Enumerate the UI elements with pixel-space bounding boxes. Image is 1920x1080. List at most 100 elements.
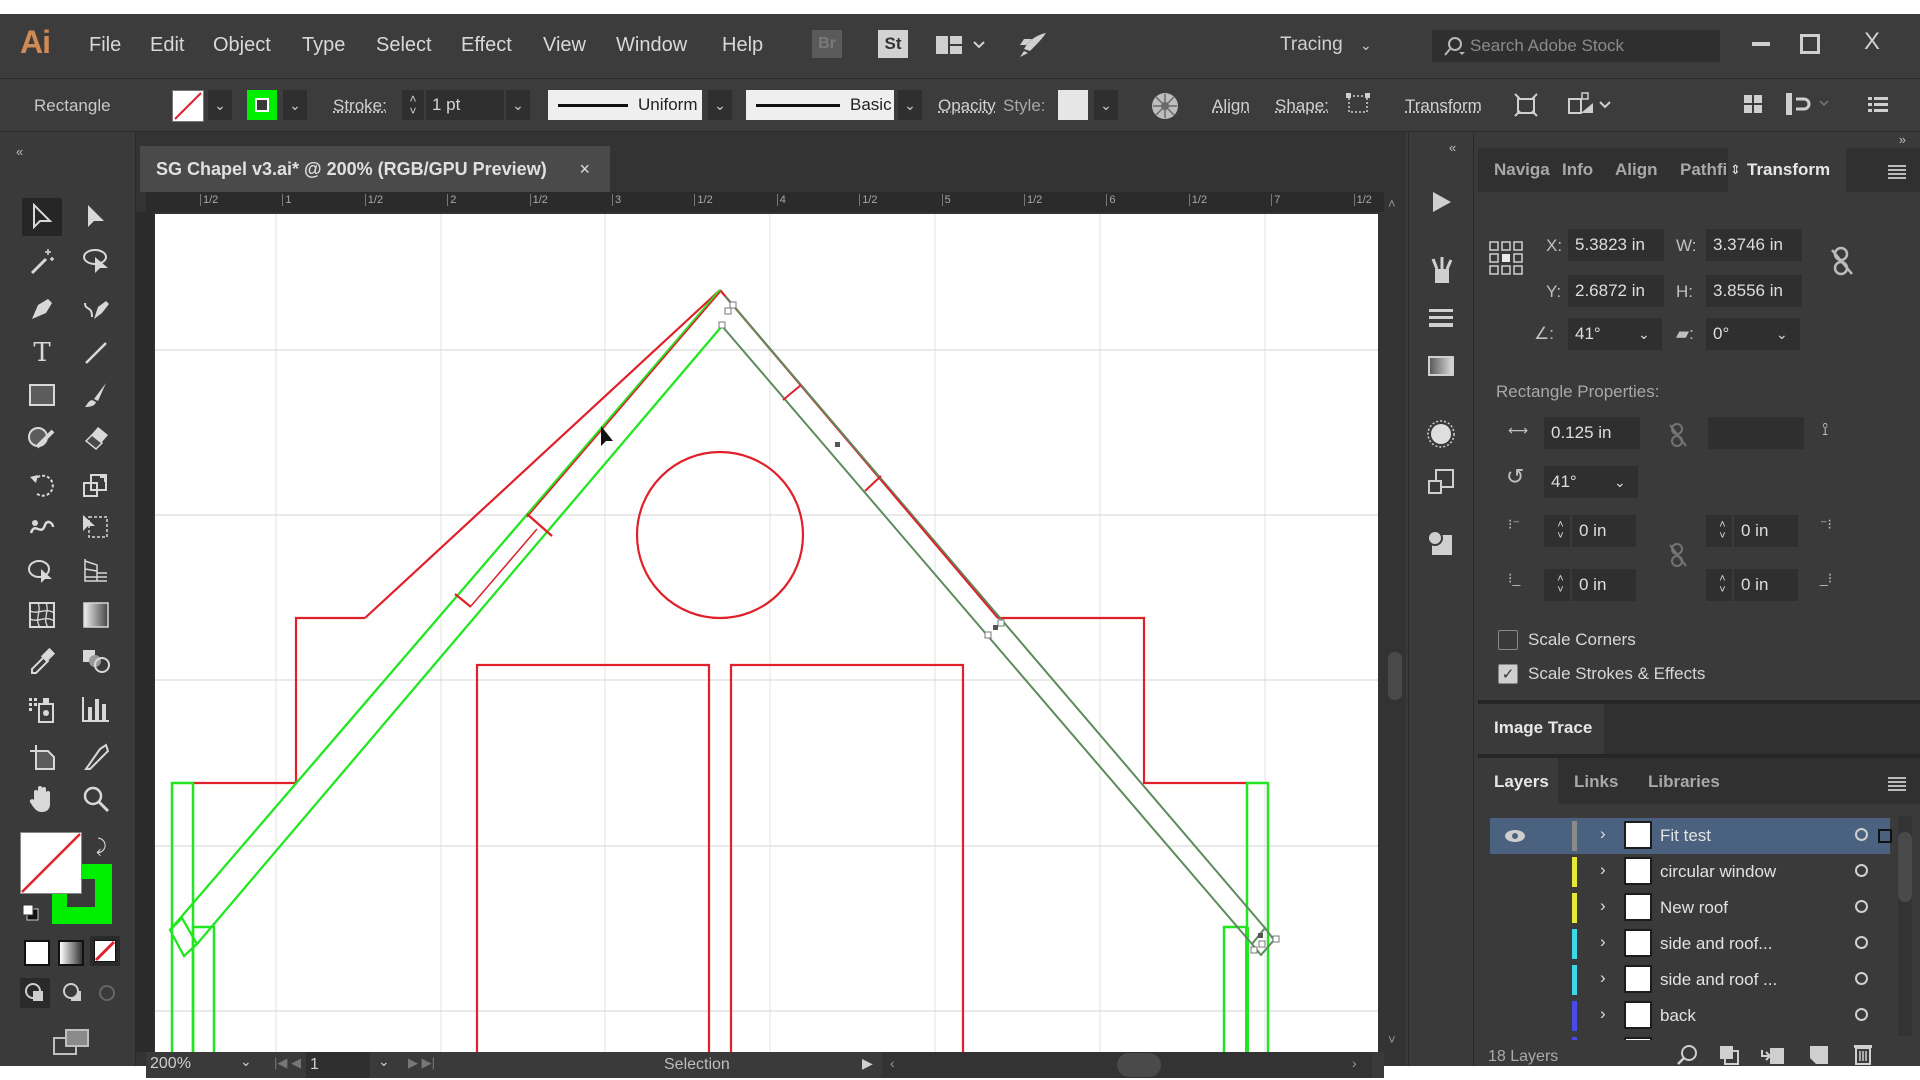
close-document-button[interactable]: × (579, 159, 590, 180)
visibility-toggle[interactable] (1490, 926, 1550, 962)
layers-panel-menu[interactable] (1888, 776, 1906, 796)
visibility-toggle[interactable] (1490, 854, 1550, 890)
reference-point-selector[interactable] (1488, 240, 1524, 281)
collapse-dock-icon[interactable]: « (1449, 140, 1456, 155)
transform-panel-menu[interactable] (1888, 164, 1906, 184)
right-rafter-selected[interactable] (718, 295, 1280, 957)
layer-target-icon[interactable] (1855, 900, 1868, 913)
opacity-link[interactable]: Opacity (938, 96, 996, 116)
tab-navigator[interactable]: Naviga (1494, 160, 1550, 180)
layer-name[interactable]: New roof (1660, 898, 1728, 918)
status-menu-button[interactable]: ▶ (862, 1055, 873, 1072)
scale-tool[interactable] (76, 466, 116, 504)
horizontal-scroll-thumb[interactable] (1117, 1053, 1161, 1077)
vertical-ruler[interactable] (136, 212, 154, 1052)
layer-target-icon[interactable] (1855, 936, 1868, 949)
tab-align[interactable]: Align (1615, 160, 1658, 180)
selected-art-indicator[interactable] (1878, 829, 1892, 843)
zoom-dropdown[interactable]: ⌄ (240, 1053, 252, 1070)
maximize-button[interactable] (1800, 28, 1820, 54)
draw-inside-button[interactable] (92, 978, 122, 1013)
rectangle-tool[interactable] (22, 376, 62, 414)
visibility-toggle[interactable] (1490, 890, 1550, 926)
layer-name[interactable]: back (1660, 1006, 1696, 1026)
stroke-weight-stepper[interactable]: ˄ ˅ (402, 90, 424, 120)
layer-name[interactable]: side and roof... (1660, 934, 1772, 954)
fill-dropdown[interactable]: ⌄ (208, 90, 232, 120)
curvature-tool[interactable] (76, 290, 116, 328)
swap-fill-stroke-icon[interactable]: ⤸ (96, 836, 107, 857)
gpu-performance-button[interactable] (1015, 30, 1051, 60)
horizontal-scrollbar[interactable]: ‹ › (882, 1052, 1372, 1078)
selection-tool[interactable] (22, 198, 62, 236)
eraser-tool[interactable] (76, 418, 116, 456)
x-input[interactable]: 5.3823 in (1568, 229, 1664, 261)
rect-link-toggle[interactable] (1668, 422, 1688, 453)
stroke-swatch[interactable] (247, 90, 277, 120)
expand-layer-icon[interactable]: › (1600, 896, 1606, 916)
image-trace-title[interactable]: Image Trace (1494, 718, 1592, 738)
slice-tool[interactable] (76, 738, 116, 776)
expand-layer-icon[interactable]: › (1600, 932, 1606, 952)
shear-input[interactable]: 0° (1706, 318, 1770, 350)
minimize-button[interactable] (1752, 32, 1770, 46)
corner-tr-input[interactable]: 0 in (1734, 515, 1798, 547)
horizontal-ruler[interactable]: 1/2 1 1/2 2 1/2 3 1/2 4 1/2 5 1/2 6 1/2 7 1/2 (146, 192, 1384, 212)
symbols-panel-button[interactable] (1421, 524, 1461, 564)
menu-select[interactable]: Select (376, 34, 432, 57)
lock-toggle[interactable] (1552, 962, 1568, 998)
recolor-artwork-button[interactable] (1150, 91, 1180, 126)
none-mode-button[interactable] (90, 936, 120, 966)
transform-reference-button[interactable] (1566, 91, 1612, 124)
warp-tool[interactable] (22, 508, 62, 546)
graphic-style-dropdown[interactable]: ⌄ (1094, 90, 1118, 120)
corner-br-input[interactable]: 0 in (1734, 569, 1798, 601)
scroll-right-icon[interactable]: › (1352, 1055, 1357, 1071)
fill-swatch[interactable] (172, 90, 204, 122)
gradient-panel-button[interactable] (1421, 346, 1461, 386)
shape-link[interactable]: Shape: (1275, 96, 1329, 116)
line-segment-tool[interactable] (76, 334, 116, 372)
layer-row[interactable]: › back (1490, 998, 1890, 1034)
search-adobe-stock[interactable]: Search Adobe Stock (1432, 30, 1720, 62)
layer-row[interactable]: › circular window (1490, 854, 1890, 890)
arrange-documents-button[interactable] (932, 30, 992, 60)
change-screen-mode-button[interactable] (52, 1028, 92, 1063)
make-clipping-mask-button[interactable] (1718, 1044, 1740, 1071)
rect-width-input[interactable]: 0.125 in (1544, 417, 1640, 449)
shaper-tool[interactable] (22, 418, 62, 456)
layer-row[interactable]: › Fit test (1490, 818, 1892, 854)
rect-rotation-dropdown[interactable]: ⌄ (1608, 466, 1638, 498)
control-bar-menu[interactable] (1868, 95, 1890, 120)
layer-target-icon[interactable] (1855, 1008, 1868, 1021)
scroll-up-icon[interactable]: ˄ (1388, 196, 1396, 211)
transform-center-button[interactable] (1512, 91, 1540, 124)
draw-normal-button[interactable] (20, 978, 50, 1008)
locate-object-button[interactable] (1676, 1044, 1698, 1071)
visibility-toggle[interactable] (1490, 818, 1550, 854)
document-tab[interactable]: SG Chapel v3.ai* @ 200% (RGB/GPU Preview… (140, 146, 610, 192)
menu-object[interactable]: Object (213, 34, 271, 57)
selection-handles[interactable] (718, 301, 1280, 954)
transparency-panel-button[interactable] (1421, 462, 1461, 502)
layers-scrollbar[interactable] (1898, 816, 1912, 1036)
artboard-tool[interactable] (22, 738, 62, 776)
stroke-panel-button[interactable] (1421, 298, 1461, 338)
menu-type[interactable]: Type (302, 34, 345, 57)
menu-view[interactable]: View (543, 34, 586, 57)
layer-target-icon[interactable] (1855, 972, 1868, 985)
default-fill-stroke-button[interactable] (22, 904, 40, 927)
lasso-tool[interactable] (76, 242, 116, 280)
constrain-proportions-toggle[interactable] (1830, 246, 1854, 281)
expand-layer-icon[interactable]: › (1600, 860, 1606, 880)
layer-name[interactable]: Fit test (1660, 826, 1711, 846)
mesh-tool[interactable] (22, 596, 62, 634)
layer-target-icon[interactable] (1855, 828, 1868, 841)
appearance-panel-button[interactable] (1421, 414, 1461, 454)
delete-layer-button[interactable] (1852, 1042, 1874, 1071)
workspace-switcher[interactable]: Tracing ⌄ (1280, 34, 1372, 56)
layer-row[interactable]: › side and roof... (1490, 926, 1890, 962)
lock-toggle[interactable] (1552, 1034, 1568, 1040)
visibility-toggle[interactable] (1490, 998, 1550, 1034)
pen-tool[interactable] (22, 290, 62, 328)
